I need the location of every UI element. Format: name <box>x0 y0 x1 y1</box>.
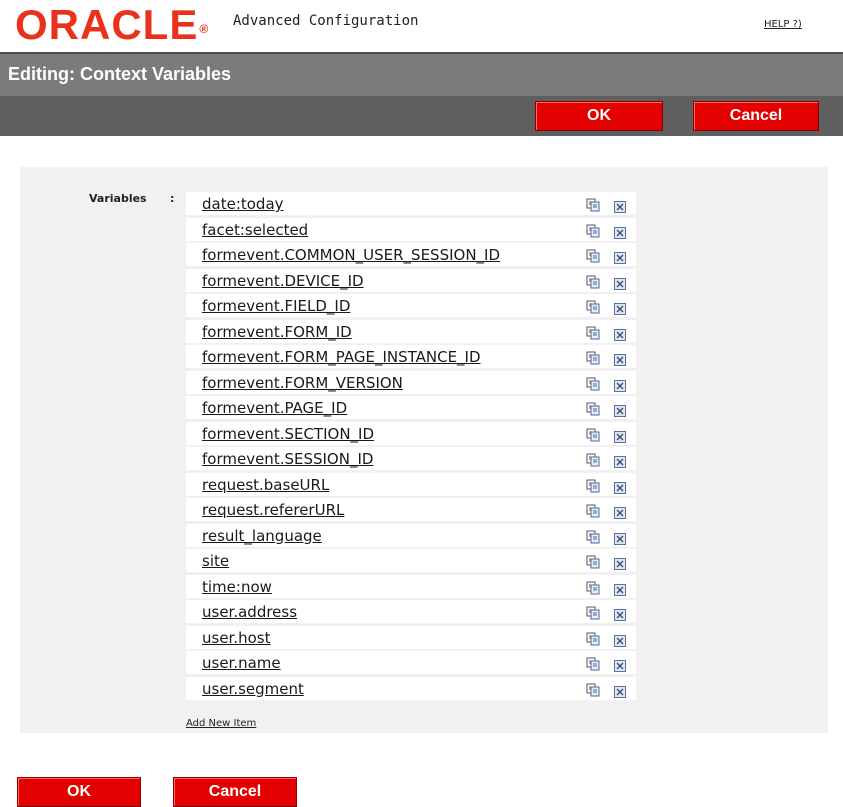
copy-icon[interactable] <box>586 682 600 696</box>
delete-icon[interactable] <box>614 632 626 647</box>
variable-link[interactable]: facet:selected <box>202 221 308 239</box>
copy-icon[interactable] <box>586 656 600 671</box>
copy-icon[interactable] <box>586 274 600 288</box>
delete-icon[interactable] <box>614 683 626 698</box>
title-bar: Editing: Context Variables <box>0 52 843 96</box>
variable-row: formevent.SECTION_ID <box>186 421 636 445</box>
variable-link[interactable]: formevent.PAGE_ID <box>202 399 347 417</box>
delete-icon[interactable] <box>614 275 626 290</box>
variable-link[interactable]: user.name <box>202 654 281 672</box>
variable-row: site <box>186 549 636 572</box>
variable-row: formevent.FIELD_ID <box>186 294 636 317</box>
variable-link[interactable]: request.refererURL <box>202 501 344 519</box>
delete-icon[interactable] <box>614 249 626 264</box>
variable-row: time:now <box>186 574 636 598</box>
delete-icon[interactable] <box>614 377 626 392</box>
variable-link[interactable]: formevent.DEVICE_ID <box>202 272 364 290</box>
variable-link[interactable]: formevent.FORM_VERSION <box>202 374 403 392</box>
copy-icon[interactable] <box>586 529 600 543</box>
delete-icon[interactable] <box>614 402 626 417</box>
variable-row: user.segment <box>186 676 636 700</box>
add-new-item-link[interactable]: Add New Item <box>186 718 256 729</box>
copy-icon[interactable] <box>586 401 600 416</box>
variable-link[interactable]: result_language <box>202 527 322 545</box>
variables-list: date:today facet:selected formevent.COMMON… <box>186 192 636 702</box>
toolbar: OK Cancel <box>0 96 843 136</box>
variable-link[interactable]: formevent.SECTION_ID <box>202 425 374 443</box>
variable-link[interactable]: formevent.SESSION_ID <box>202 450 373 468</box>
variable-link[interactable]: request.baseURL <box>202 476 329 494</box>
copy-icon[interactable] <box>586 554 600 569</box>
variable-link[interactable]: formevent.FORM_PAGE_INSTANCE_ID <box>202 348 481 366</box>
variable-row: formevent.FORM_PAGE_INSTANCE_ID <box>186 345 636 368</box>
copy-icon[interactable] <box>586 223 600 237</box>
variable-link[interactable]: time:now <box>202 578 272 596</box>
copy-icon[interactable] <box>586 427 600 441</box>
delete-icon[interactable] <box>614 530 626 545</box>
oracle-logo: ORACLE® <box>15 4 209 46</box>
help-link[interactable]: HELP ?) <box>764 19 802 30</box>
variable-link[interactable]: formevent.FIELD_ID <box>202 297 350 315</box>
variable-row: date:today <box>186 192 636 215</box>
copy-icon[interactable] <box>586 478 600 492</box>
logo-text: ORACLE <box>15 1 199 48</box>
copy-icon[interactable] <box>586 503 600 518</box>
variable-row: request.refererURL <box>186 498 636 521</box>
variable-link[interactable]: user.address <box>202 603 297 621</box>
app-title: Advanced Configuration <box>233 13 419 29</box>
variable-link[interactable]: user.host <box>202 629 271 647</box>
delete-icon[interactable] <box>614 300 626 315</box>
logo-registered-mark: ® <box>199 22 210 36</box>
variable-row: user.host <box>186 625 636 649</box>
variable-row: formevent.SESSION_ID <box>186 447 636 470</box>
variable-row: formevent.FORM_VERSION <box>186 370 636 394</box>
variable-link[interactable]: user.segment <box>202 680 304 698</box>
delete-icon[interactable] <box>614 351 626 366</box>
delete-icon[interactable] <box>614 326 626 341</box>
page-title: Editing: Context Variables <box>8 64 232 84</box>
copy-icon[interactable] <box>586 580 600 594</box>
cancel-button-top[interactable]: Cancel <box>693 101 819 131</box>
variable-row: user.name <box>186 651 636 674</box>
copy-icon[interactable] <box>586 248 600 263</box>
copy-icon[interactable] <box>586 197 600 212</box>
delete-icon[interactable] <box>614 224 626 239</box>
copy-icon[interactable] <box>586 299 600 314</box>
copy-icon[interactable] <box>586 376 600 390</box>
variable-row: formevent.FORM_ID <box>186 319 636 343</box>
variable-row: formevent.DEVICE_ID <box>186 268 636 292</box>
copy-icon[interactable] <box>586 452 600 467</box>
delete-icon[interactable] <box>614 198 626 213</box>
copy-icon[interactable] <box>586 605 600 620</box>
variables-label: Variables <box>89 192 147 205</box>
variable-row: facet:selected <box>186 217 636 241</box>
variable-row: formevent.PAGE_ID <box>186 396 636 419</box>
variable-link[interactable]: formevent.FORM_ID <box>202 323 352 341</box>
variable-row: formevent.COMMON_USER_SESSION_ID <box>186 243 636 266</box>
delete-icon[interactable] <box>614 581 626 596</box>
delete-icon[interactable] <box>614 657 626 672</box>
ok-button-bottom[interactable]: OK <box>17 777 141 807</box>
top-header: ORACLE® Advanced Configuration HELP ?) <box>0 0 843 52</box>
variable-row: result_language <box>186 523 636 547</box>
delete-icon[interactable] <box>614 555 626 570</box>
variable-link[interactable]: formevent.COMMON_USER_SESSION_ID <box>202 246 500 264</box>
delete-icon[interactable] <box>614 606 626 621</box>
variable-row: user.address <box>186 600 636 623</box>
copy-icon[interactable] <box>586 325 600 339</box>
delete-icon[interactable] <box>614 453 626 468</box>
delete-icon[interactable] <box>614 428 626 443</box>
variable-link[interactable]: date:today <box>202 195 284 213</box>
cancel-button-bottom[interactable]: Cancel <box>173 777 297 807</box>
delete-icon[interactable] <box>614 504 626 519</box>
copy-icon[interactable] <box>586 631 600 645</box>
variables-colon: : <box>170 192 175 205</box>
ok-button-top[interactable]: OK <box>535 101 663 131</box>
copy-icon[interactable] <box>586 350 600 365</box>
delete-icon[interactable] <box>614 479 626 494</box>
variable-link[interactable]: site <box>202 552 229 570</box>
variable-row: request.baseURL <box>186 472 636 496</box>
